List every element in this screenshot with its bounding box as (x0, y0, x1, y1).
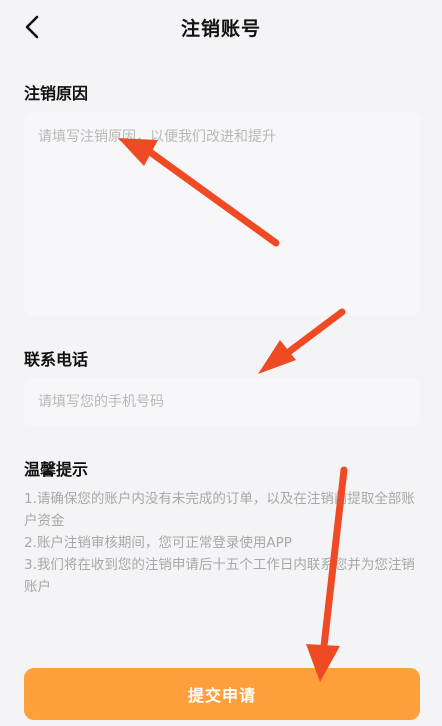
tips-label: 温馨提示 (24, 460, 89, 479)
header-bar: 注销账号 (0, 0, 442, 56)
tips-list: 1.请确保您的账户内没有未完成的订单，以及在注销前提取全部账户资金 2.账户注销… (24, 488, 424, 598)
red-arrow-icon (258, 308, 346, 374)
tip-item: 3.我们将在收到您的注销申请后十五个工作日内联系您并为您注销账户 (24, 557, 415, 595)
submit-button[interactable]: 提交申请 (24, 668, 420, 720)
reason-textarea[interactable] (24, 112, 420, 316)
page-title: 注销账号 (180, 18, 261, 40)
phone-label: 联系电话 (24, 350, 89, 369)
tip-item: 2.账户注销审核期间，您可正常登录使用APP (24, 535, 292, 551)
tip-item: 1.请确保您的账户内没有未完成的订单，以及在注销前提取全部账户资金 (24, 491, 415, 529)
phone-input[interactable] (24, 378, 420, 426)
reason-label: 注销原因 (24, 84, 89, 103)
